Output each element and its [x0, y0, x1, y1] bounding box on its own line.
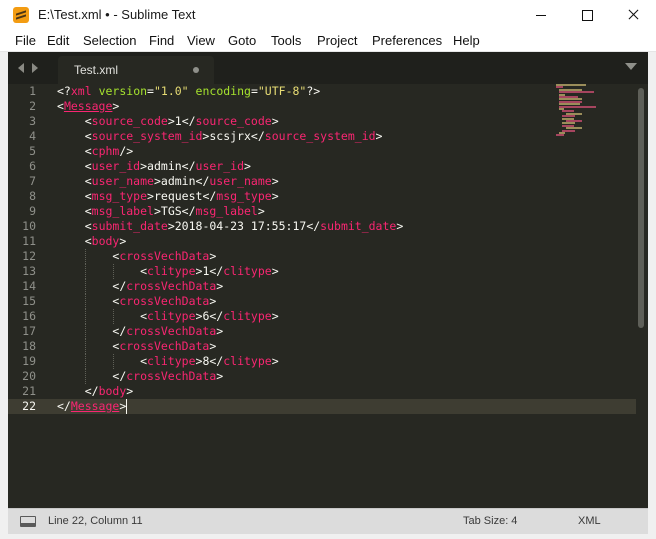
code-line: <crossVechData>	[112, 294, 217, 308]
code-line: <clitype>8</clitype>	[140, 354, 279, 368]
indent-guide	[113, 264, 114, 279]
syntax-indicator[interactable]: XML	[578, 515, 601, 527]
code-line: </body>	[84, 384, 134, 398]
maximize-icon	[582, 10, 593, 21]
code-line: </crossVechData>	[112, 279, 224, 293]
line-number: 15	[22, 294, 36, 308]
line-number-gutter: 1 2 3 4 5 6 7 8 9 10 11 12 13 14 15 16 17 18 19 20 21 22	[8, 84, 42, 508]
line-number: 5	[29, 144, 36, 158]
indent-guide	[113, 354, 114, 369]
title-bar[interactable]: E:\Test.xml • - Sublime Text	[0, 0, 656, 30]
text-cursor	[126, 399, 127, 414]
indent-guide	[85, 294, 86, 309]
panel-toggle-icon[interactable]	[20, 516, 36, 527]
code-line: <cphm/>	[84, 144, 134, 158]
cursor-position[interactable]: Line 22, Column 11	[48, 515, 143, 527]
code-line: <source_code>1</source_code>	[84, 114, 279, 128]
code-line: <submit_date>2018-04-23 17:55:17</submit…	[84, 219, 404, 233]
tab-next-icon[interactable]	[32, 63, 38, 73]
code-line: </crossVechData>	[112, 324, 224, 338]
indent-guide	[113, 309, 114, 324]
menu-tools[interactable]: Tools	[271, 33, 301, 48]
line-number: 3	[29, 114, 36, 128]
sublime-window: E:\Test.xml • - Sublime Text File Edit S…	[0, 0, 656, 539]
tab-test-xml[interactable]: Test.xml	[58, 56, 214, 84]
line-number: 19	[22, 354, 36, 368]
menu-edit[interactable]: Edit	[47, 33, 69, 48]
minimap-line	[559, 105, 596, 108]
menu-view[interactable]: View	[187, 33, 215, 48]
indent-guide	[85, 309, 86, 324]
line-number: 10	[22, 219, 36, 233]
line-number: 17	[22, 324, 36, 338]
menu-file[interactable]: File	[15, 33, 36, 48]
close-button[interactable]	[610, 0, 656, 30]
code-line: </Message>	[57, 399, 127, 413]
menu-project[interactable]: Project	[317, 33, 357, 48]
line-number: 11	[22, 234, 36, 248]
minimize-button[interactable]	[518, 0, 564, 30]
menu-selection[interactable]: Selection	[83, 33, 136, 48]
line-number: 4	[29, 129, 36, 143]
line-number: 12	[22, 249, 36, 263]
code-line: <Message>	[57, 99, 120, 113]
line-number: 21	[22, 384, 36, 398]
unsaved-dot-icon[interactable]	[193, 67, 199, 73]
indent-guide	[85, 324, 86, 339]
code-line: <clitype>1</clitype>	[140, 264, 279, 278]
line-number: 14	[22, 279, 36, 293]
indent-guide	[85, 264, 86, 279]
sublime-text-icon	[13, 7, 29, 23]
tab-size-indicator[interactable]: Tab Size: 4	[463, 515, 517, 527]
code-line: <body>	[84, 234, 127, 248]
indent-guide	[85, 249, 86, 264]
line-number: 1	[29, 84, 36, 98]
code-line: </crossVechData>	[112, 369, 224, 383]
menu-bar: File Edit Selection Find View Goto Tools…	[0, 30, 656, 52]
line-number: 8	[29, 189, 36, 203]
code-line: <clitype>6</clitype>	[140, 309, 279, 323]
status-bar: Line 22, Column 11 Tab Size: 4 XML	[8, 508, 648, 534]
line-number: 22	[22, 399, 36, 413]
tab-list-dropdown-icon[interactable]	[625, 63, 637, 70]
maximize-button[interactable]	[564, 0, 610, 30]
code-line: <crossVechData>	[112, 339, 217, 353]
indent-guide	[85, 339, 86, 354]
code-editor[interactable]: 1 2 3 4 5 6 7 8 9 10 11 12 13 14 15 16 17 18 19 20 21 22 <?xm…	[8, 84, 638, 508]
line-number: 13	[22, 264, 36, 278]
code-line: <crossVechData>	[112, 249, 217, 263]
editor-frame: Test.xml 1 2 3 4 5 6 7 8 9 10 11 12 13 14 15 16 17 18 19 20…	[8, 52, 648, 534]
line-number: 6	[29, 159, 36, 173]
minimap[interactable]	[556, 84, 626, 144]
vertical-scrollbar[interactable]	[636, 84, 648, 508]
code-line: <msg_type>request</msg_type>	[84, 189, 279, 203]
line-number: 9	[29, 204, 36, 218]
menu-goto[interactable]: Goto	[228, 33, 256, 48]
line-number: 7	[29, 174, 36, 188]
indent-guide	[85, 354, 86, 369]
indent-guide	[85, 369, 86, 384]
tab-label: Test.xml	[74, 63, 119, 77]
scrollbar-thumb[interactable]	[638, 88, 644, 328]
code-line: <source_system_id>scsjrx</source_system_…	[84, 129, 383, 143]
tab-prev-icon[interactable]	[18, 63, 24, 73]
menu-find[interactable]: Find	[149, 33, 174, 48]
code-line: <user_name>admin</user_name>	[84, 174, 279, 188]
tab-strip: Test.xml	[8, 52, 648, 84]
code-line: <user_id>admin</user_id>	[84, 159, 251, 173]
line-number: 18	[22, 339, 36, 353]
minimap-line	[556, 134, 564, 137]
code-line: <?xml version="1.0" encoding="UTF-8"?>	[57, 84, 321, 98]
line-number: 2	[29, 99, 36, 113]
indent-guide	[85, 279, 86, 294]
code-line: <msg_label>TGS</msg_label>	[84, 204, 265, 218]
window-title: E:\Test.xml • - Sublime Text	[38, 7, 196, 22]
minimize-icon	[536, 15, 546, 16]
menu-help[interactable]: Help	[453, 33, 480, 48]
menu-preferences[interactable]: Preferences	[372, 33, 442, 48]
line-number: 16	[22, 309, 36, 323]
line-number: 20	[22, 369, 36, 383]
